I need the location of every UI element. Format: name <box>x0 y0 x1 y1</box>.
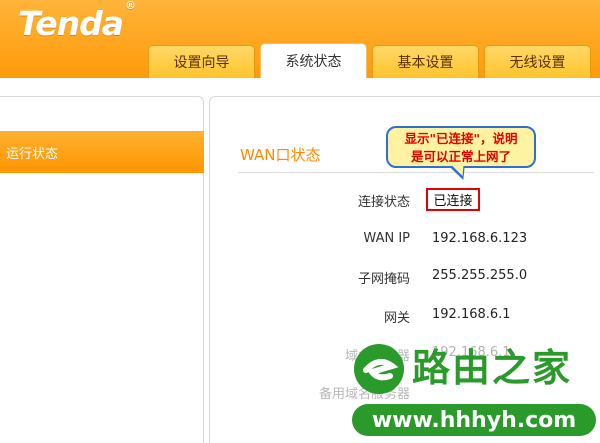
sidebar-item-running-status[interactable]: 运行状态 <box>0 131 204 173</box>
gateway-label: 网关 <box>383 311 410 326</box>
annotation-line-2: 是可以正常上网了 <box>410 149 511 164</box>
section-title: WAN口状态 <box>240 146 321 164</box>
main-tabs: 设置向导 系统状态 基本设置 无线设置 <box>148 43 591 78</box>
tab-system-status[interactable]: 系统状态 <box>260 43 367 78</box>
tab-wireless-settings[interactable]: 无线设置 <box>484 45 591 78</box>
wan-ip-value: 192.168.6.123 <box>432 231 528 246</box>
header-bar: Tenda ® 设置向导 系统状态 基本设置 无线设置 <box>0 0 600 78</box>
annotation-line-1: 显示"已连接"，说明 <box>404 131 518 146</box>
watermark-url: www.hhhyh.com <box>352 404 596 436</box>
connection-status-label: 连接状态 <box>357 195 410 210</box>
subnet-mask-label: 子网掩码 <box>357 272 410 287</box>
annotation-callout: 显示"已连接"，说明 是可以正常上网了 <box>386 126 536 168</box>
tenda-logo: Tenda ® <box>18 0 136 43</box>
wan-ip-label: WAN IP <box>363 231 410 246</box>
watermark-text: 路由之家 <box>412 346 573 390</box>
tab-basic-settings[interactable]: 基本设置 <box>372 45 479 78</box>
tab-setup-wizard[interactable]: 设置向导 <box>148 45 255 78</box>
connection-status-value: 已连接 <box>426 188 480 211</box>
subnet-mask-value: 255.255.255.0 <box>432 268 528 283</box>
section-divider <box>238 172 594 173</box>
registered-mark-icon: ® <box>125 0 136 12</box>
watermark-logo-icon <box>354 344 404 394</box>
gateway-value: 192.168.6.1 <box>432 307 511 322</box>
